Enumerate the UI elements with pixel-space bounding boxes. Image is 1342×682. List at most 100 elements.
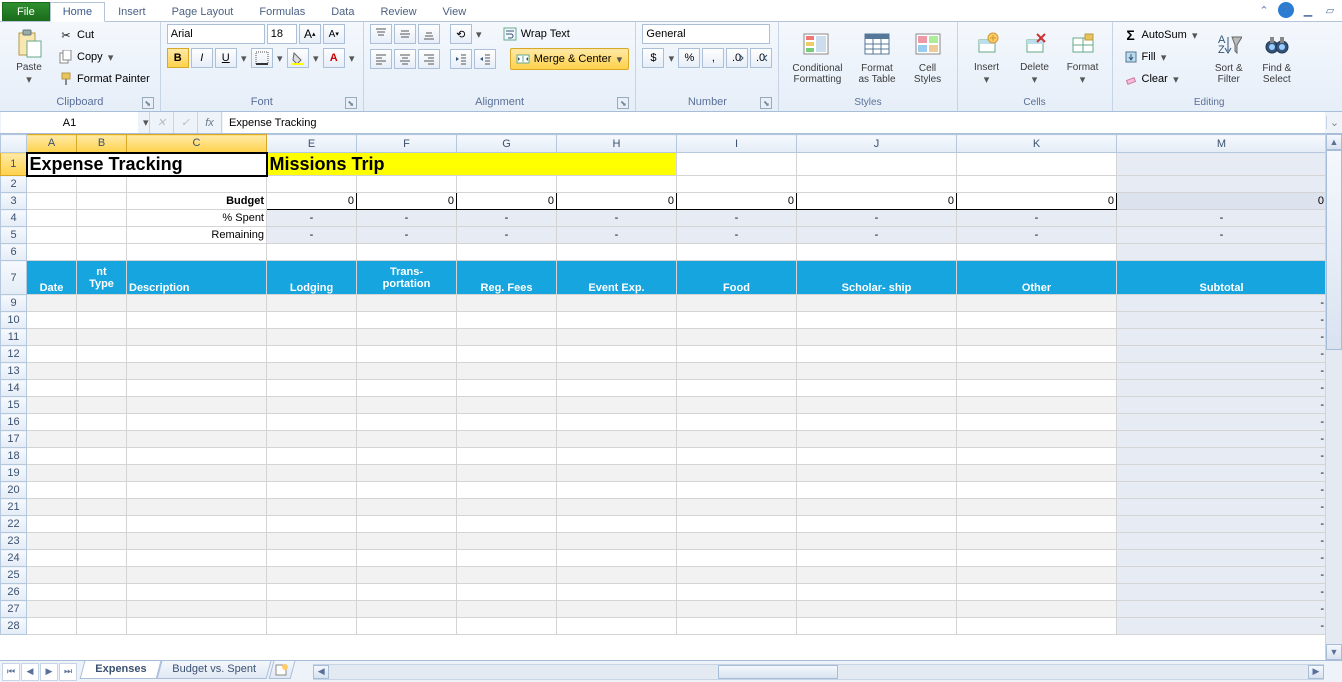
cell[interactable] xyxy=(77,329,127,346)
cell[interactable] xyxy=(677,448,797,465)
cell[interactable] xyxy=(267,567,357,584)
cell[interactable]: 0 xyxy=(1117,193,1327,210)
col-header-b[interactable]: B xyxy=(77,135,127,153)
cell[interactable] xyxy=(457,329,557,346)
cell[interactable] xyxy=(357,397,457,414)
select-all-corner[interactable] xyxy=(1,135,27,153)
cell[interactable]: - xyxy=(1117,329,1327,346)
cell[interactable] xyxy=(267,618,357,635)
cell[interactable] xyxy=(557,431,677,448)
cell[interactable] xyxy=(27,482,77,499)
wrap-text-button[interactable]: Wrap Text xyxy=(498,24,574,44)
grid[interactable]: A B C E F G H I J K M 1Expense TrackingM… xyxy=(0,134,1327,635)
cell[interactable] xyxy=(1117,176,1327,193)
row-header[interactable]: 9 xyxy=(1,295,27,312)
cell[interactable] xyxy=(357,618,457,635)
cell[interactable]: - xyxy=(1117,499,1327,516)
row-header[interactable]: 15 xyxy=(1,397,27,414)
cell[interactable] xyxy=(957,295,1117,312)
row-17[interactable]: 17- xyxy=(1,431,1327,448)
cell[interactable] xyxy=(457,482,557,499)
cell[interactable] xyxy=(127,176,267,193)
cell[interactable] xyxy=(127,516,267,533)
table-header-cell[interactable]: Event Exp. xyxy=(557,261,677,295)
cell[interactable] xyxy=(557,601,677,618)
cell[interactable] xyxy=(957,601,1117,618)
expand-formula-bar-icon[interactable]: ⌄ xyxy=(1326,116,1342,129)
cell[interactable] xyxy=(127,431,267,448)
tab-review[interactable]: Review xyxy=(367,2,429,21)
row-header[interactable]: 6 xyxy=(1,244,27,261)
cell[interactable]: - xyxy=(797,227,957,244)
cell[interactable] xyxy=(357,465,457,482)
next-sheet-icon[interactable]: ▶ xyxy=(40,663,58,681)
row-header[interactable]: 12 xyxy=(1,346,27,363)
cell[interactable] xyxy=(557,550,677,567)
cell[interactable] xyxy=(557,499,677,516)
cell[interactable] xyxy=(127,244,267,261)
row-2[interactable]: 2 xyxy=(1,176,1327,193)
cell[interactable] xyxy=(797,329,957,346)
row-header[interactable]: 10 xyxy=(1,312,27,329)
row-header[interactable]: 18 xyxy=(1,448,27,465)
cell[interactable] xyxy=(457,431,557,448)
cell[interactable] xyxy=(797,153,957,176)
tab-view[interactable]: View xyxy=(430,2,480,21)
vertical-scrollbar[interactable]: ▲ ▼ xyxy=(1325,134,1342,660)
cell[interactable] xyxy=(357,329,457,346)
cell[interactable] xyxy=(457,601,557,618)
chevron-down-icon[interactable]: ▾ xyxy=(474,28,484,41)
cell[interactable] xyxy=(127,584,267,601)
row-header[interactable]: 5 xyxy=(1,227,27,244)
cell[interactable]: 0 xyxy=(457,193,557,210)
cell[interactable] xyxy=(797,448,957,465)
cell[interactable] xyxy=(27,380,77,397)
row-header[interactable]: 13 xyxy=(1,363,27,380)
cell[interactable] xyxy=(457,550,557,567)
row-13[interactable]: 13 - xyxy=(1,363,1327,380)
align-top-button[interactable] xyxy=(370,24,392,44)
row-header[interactable]: 2 xyxy=(1,176,27,193)
chevron-down-icon[interactable]: ▾ xyxy=(239,52,249,65)
cell[interactable]: - xyxy=(957,227,1117,244)
cell[interactable] xyxy=(77,465,127,482)
sheet-tab-expenses[interactable]: Expenses xyxy=(80,661,162,679)
increase-decimal-button[interactable]: .0 xyxy=(726,48,748,68)
cell[interactable] xyxy=(127,329,267,346)
cell[interactable] xyxy=(957,153,1117,176)
cell[interactable] xyxy=(957,533,1117,550)
cell[interactable] xyxy=(357,176,457,193)
cell[interactable] xyxy=(357,516,457,533)
cell[interactable] xyxy=(457,448,557,465)
cell[interactable] xyxy=(357,448,457,465)
row-header[interactable]: 17 xyxy=(1,431,27,448)
table-header-cell[interactable]: Description xyxy=(127,261,267,295)
cell[interactable] xyxy=(457,363,557,380)
cancel-formula-icon[interactable]: ✕ xyxy=(150,112,174,133)
scroll-thumb[interactable] xyxy=(718,665,838,679)
cell[interactable] xyxy=(357,550,457,567)
cell[interactable] xyxy=(797,397,957,414)
cell[interactable] xyxy=(27,329,77,346)
cell[interactable] xyxy=(127,601,267,618)
cell[interactable] xyxy=(357,601,457,618)
cell[interactable] xyxy=(957,346,1117,363)
cell[interactable] xyxy=(27,210,77,227)
cell[interactable] xyxy=(77,482,127,499)
row-19[interactable]: 19 - xyxy=(1,465,1327,482)
cell[interactable] xyxy=(557,465,677,482)
cell[interactable]: - xyxy=(1117,363,1327,380)
cell[interactable] xyxy=(27,193,77,210)
cell[interactable] xyxy=(557,363,677,380)
cell[interactable]: - xyxy=(1117,465,1327,482)
row-header[interactable]: 28 xyxy=(1,618,27,635)
copy-button[interactable]: Copy▾ xyxy=(54,47,154,67)
cell[interactable]: % Spent xyxy=(127,210,267,227)
cell[interactable] xyxy=(127,465,267,482)
cell[interactable] xyxy=(27,550,77,567)
cell[interactable]: - xyxy=(357,210,457,227)
cell[interactable] xyxy=(557,567,677,584)
row-header[interactable]: 19 xyxy=(1,465,27,482)
cell[interactable]: - xyxy=(1117,380,1327,397)
cell[interactable] xyxy=(957,516,1117,533)
